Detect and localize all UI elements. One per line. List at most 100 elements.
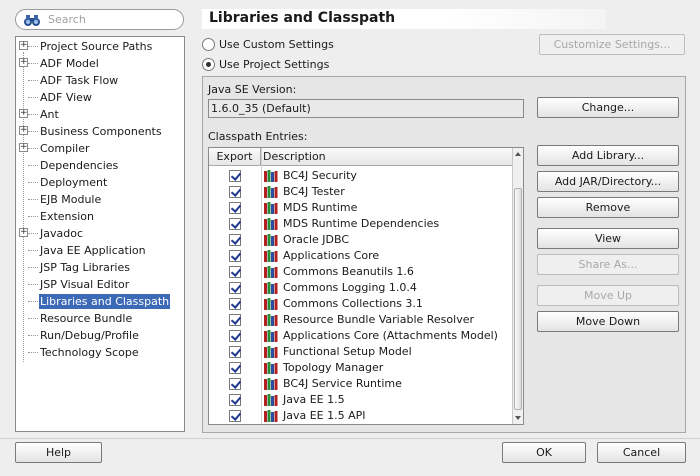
library-books-icon [264, 298, 278, 310]
export-checkbox[interactable] [229, 410, 241, 422]
nav-item-label: Extension [40, 210, 95, 223]
classpath-row[interactable]: Commons Logging 1.0.4 [209, 280, 513, 296]
classpath-row[interactable]: Commons Beanutils 1.6 [209, 264, 513, 280]
nav-item[interactable]: Libraries and Classpath [16, 293, 184, 310]
share-as-button[interactable]: Share As... [537, 254, 679, 275]
export-checkbox[interactable] [229, 202, 241, 214]
change-button[interactable]: Change... [537, 97, 679, 118]
tree-connector [28, 284, 38, 285]
classpath-row[interactable]: Applications Core [209, 248, 513, 264]
classpath-row[interactable]: Applications Core (Attachments Model) [209, 328, 513, 344]
nav-item[interactable]: Technology Scope [16, 344, 184, 361]
expand-plus-icon[interactable]: + [19, 126, 28, 135]
nav-item[interactable]: Resource Bundle [16, 310, 184, 327]
classpath-row[interactable]: Oracle JDBC [209, 232, 513, 248]
nav-item[interactable]: EJB Module [16, 191, 184, 208]
nav-item[interactable]: Dependencies [16, 157, 184, 174]
nav-item[interactable]: + Compiler [16, 140, 184, 157]
library-books-icon [264, 362, 278, 374]
scroll-down-arrow-icon[interactable] [515, 416, 521, 420]
classpath-entry-name: Functional Setup Model [283, 345, 412, 358]
nav-item-label: ADF View [40, 91, 92, 104]
export-checkbox[interactable] [229, 282, 241, 294]
classpath-table[interactable]: Export Description BC4J Security BC4J Tes… [208, 147, 524, 425]
classpath-entry-name: MDS Runtime [283, 201, 358, 214]
classpath-row[interactable]: Java EE 1.5 API [209, 408, 513, 424]
nav-item[interactable]: Extension [16, 208, 184, 225]
nav-item[interactable]: + Project Source Paths [16, 38, 184, 55]
export-checkbox[interactable] [229, 378, 241, 390]
export-checkbox[interactable] [229, 218, 241, 230]
expand-plus-icon[interactable]: + [19, 41, 28, 50]
column-export[interactable]: Export [209, 148, 261, 165]
classpath-entry-name: Java EE 1.5 [283, 393, 345, 406]
customize-settings-button[interactable]: Customize Settings... [539, 34, 685, 55]
classpath-row[interactable]: BC4J Service Runtime [209, 376, 513, 392]
classpath-row[interactable]: Commons Collections 3.1 [209, 296, 513, 312]
nav-item[interactable]: + Business Components [16, 123, 184, 140]
nav-item-label: ADF Model [40, 57, 99, 70]
classpath-row[interactable]: Functional Setup Model [209, 344, 513, 360]
nav-item-label: Deployment [40, 176, 108, 189]
classpath-row[interactable]: BC4J Security [209, 168, 513, 184]
search-input[interactable] [48, 12, 178, 27]
nav-item[interactable]: + Javadoc [16, 225, 184, 242]
nav-item[interactable]: JSP Visual Editor [16, 276, 184, 293]
radio-dot[interactable] [202, 58, 215, 71]
export-checkbox[interactable] [229, 186, 241, 198]
expand-plus-icon[interactable]: + [19, 228, 28, 237]
nav-item[interactable]: + Ant [16, 106, 184, 123]
nav-item[interactable]: ADF Task Flow [16, 72, 184, 89]
remove-button[interactable]: Remove [537, 197, 679, 218]
export-checkbox[interactable] [229, 394, 241, 406]
library-books-icon [264, 250, 278, 262]
tree-connector [28, 352, 38, 353]
nav-item[interactable]: JSP Tag Libraries [16, 259, 184, 276]
java-se-version-field: 1.6.0_35 (Default) [208, 99, 524, 118]
nav-item-label: JSP Tag Libraries [40, 261, 130, 274]
add-jar-directory-button[interactable]: Add JAR/Directory... [537, 171, 679, 192]
classpath-row[interactable]: MDS Runtime [209, 200, 513, 216]
classpath-entry-name: BC4J Security [283, 169, 357, 182]
move-down-button[interactable]: Move Down [537, 311, 679, 332]
add-library-button[interactable]: Add Library... [537, 145, 679, 166]
expand-plus-icon[interactable]: + [19, 143, 28, 152]
vertical-scrollbar[interactable] [512, 148, 523, 424]
classpath-entry-name: BC4J Service Runtime [283, 377, 402, 390]
export-checkbox[interactable] [229, 330, 241, 342]
export-checkbox[interactable] [229, 362, 241, 374]
export-checkbox[interactable] [229, 170, 241, 182]
classpath-row[interactable]: Topology Manager [209, 360, 513, 376]
radio-dot[interactable] [202, 38, 215, 51]
cancel-button[interactable]: Cancel [597, 442, 686, 463]
nav-item[interactable]: Deployment [16, 174, 184, 191]
scroll-thumb[interactable] [514, 188, 522, 410]
classpath-row[interactable]: MDS Runtime Dependencies [209, 216, 513, 232]
scroll-up-arrow-icon[interactable] [515, 152, 521, 156]
tree-connector [28, 131, 38, 132]
nav-item[interactable]: Run/Debug/Profile [16, 327, 184, 344]
move-up-button[interactable]: Move Up [537, 285, 679, 306]
nav-item[interactable]: + ADF Model [16, 55, 184, 72]
expand-plus-icon[interactable]: + [19, 109, 28, 118]
classpath-row[interactable]: Java EE 1.5 [209, 392, 513, 408]
export-checkbox[interactable] [229, 298, 241, 310]
expand-plus-icon[interactable]: + [19, 58, 28, 67]
export-checkbox[interactable] [229, 234, 241, 246]
ok-button[interactable]: OK [502, 442, 586, 463]
radio-use-custom[interactable]: Use Custom Settings [202, 37, 342, 53]
view-button[interactable]: View [537, 228, 679, 249]
help-button[interactable]: Help [15, 442, 102, 463]
column-description[interactable]: Description [262, 148, 326, 165]
nav-item[interactable]: ADF View [16, 89, 184, 106]
library-books-icon [264, 314, 278, 326]
export-checkbox[interactable] [229, 266, 241, 278]
export-checkbox[interactable] [229, 346, 241, 358]
export-checkbox[interactable] [229, 250, 241, 262]
classpath-row[interactable]: Resource Bundle Variable Resolver [209, 312, 513, 328]
nav-item[interactable]: Java EE Application [16, 242, 184, 259]
export-checkbox[interactable] [229, 314, 241, 326]
search-box[interactable] [15, 9, 184, 30]
radio-use-project[interactable]: Use Project Settings [202, 57, 342, 73]
classpath-row[interactable]: BC4J Tester [209, 184, 513, 200]
